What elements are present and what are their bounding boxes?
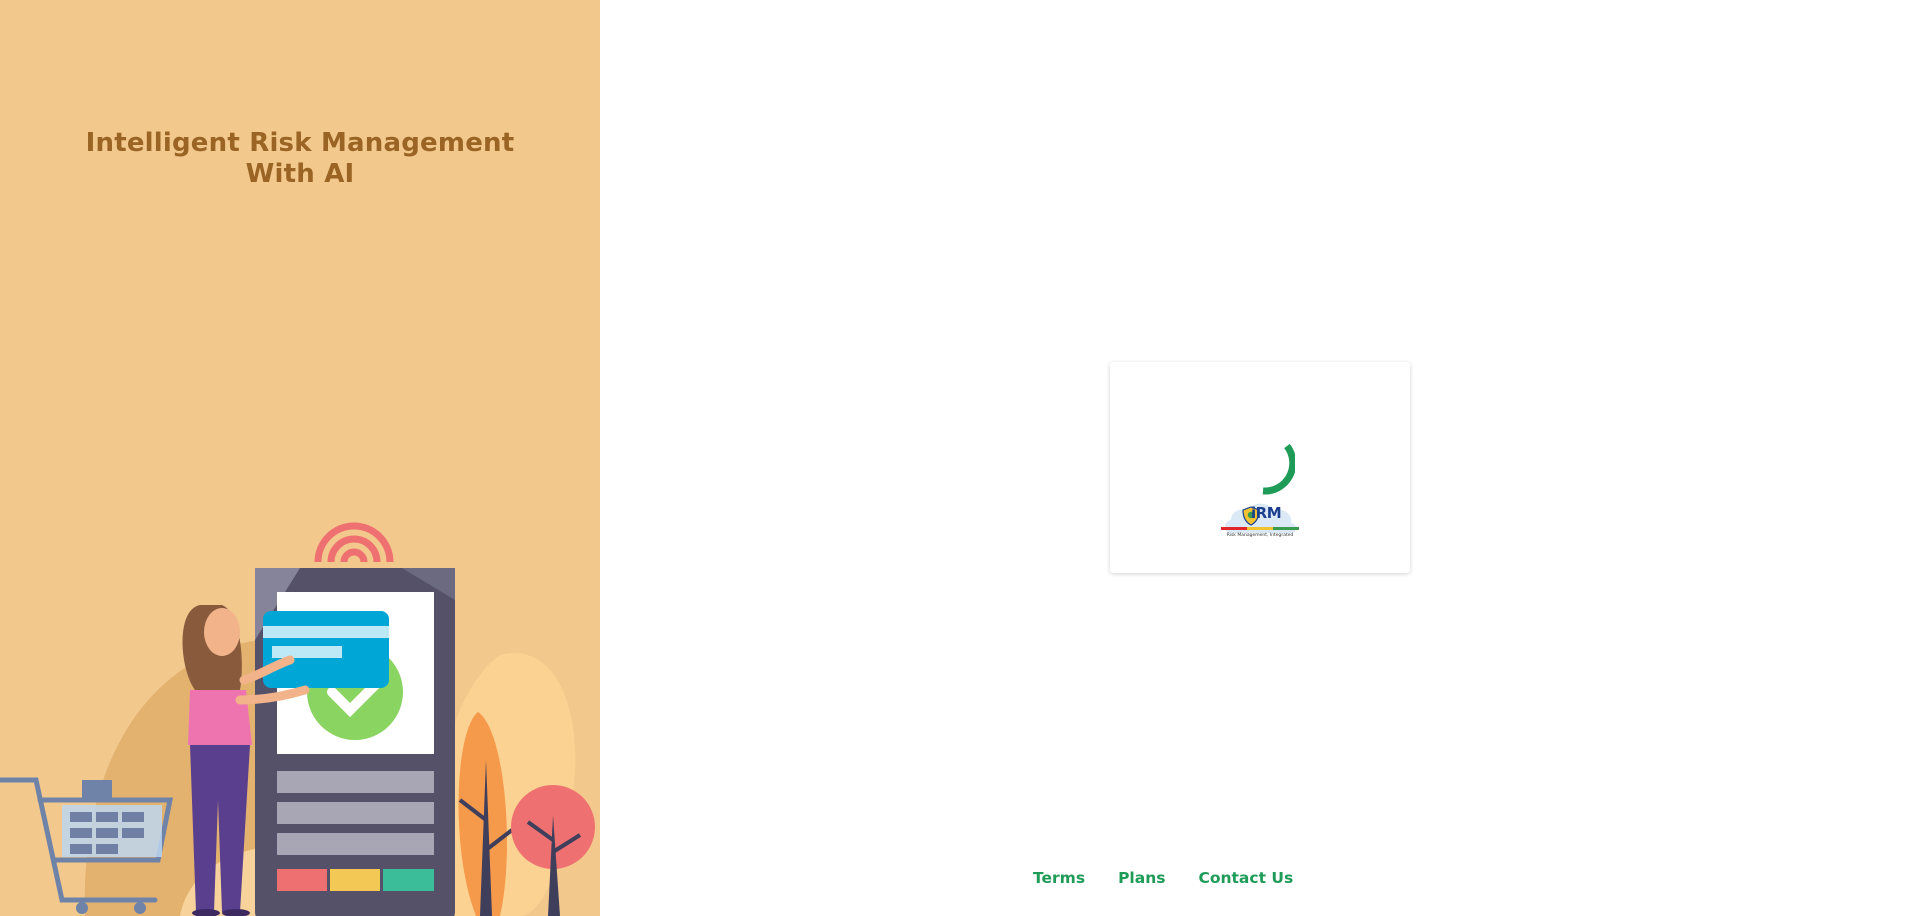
logo-text: iRM xyxy=(1251,504,1282,522)
terms-link[interactable]: Terms xyxy=(1033,869,1085,887)
loading-spinner-icon xyxy=(1262,443,1295,495)
left-panel: Intelligent Risk Management With AI xyxy=(0,0,600,916)
plans-link[interactable]: Plans xyxy=(1118,869,1165,887)
payment-illustration xyxy=(0,522,595,916)
irm-logo: iRM Risk Management, Integrated xyxy=(1221,493,1299,543)
logo-tagline: Risk Management, Integrated xyxy=(1226,533,1294,538)
credit-card xyxy=(263,611,389,688)
signal-icon xyxy=(314,522,394,563)
loading-card: iRM Risk Management, Integrated xyxy=(1110,362,1410,573)
contact-us-link[interactable]: Contact Us xyxy=(1198,869,1293,887)
footer-links: Terms Plans Contact Us xyxy=(1033,869,1293,887)
